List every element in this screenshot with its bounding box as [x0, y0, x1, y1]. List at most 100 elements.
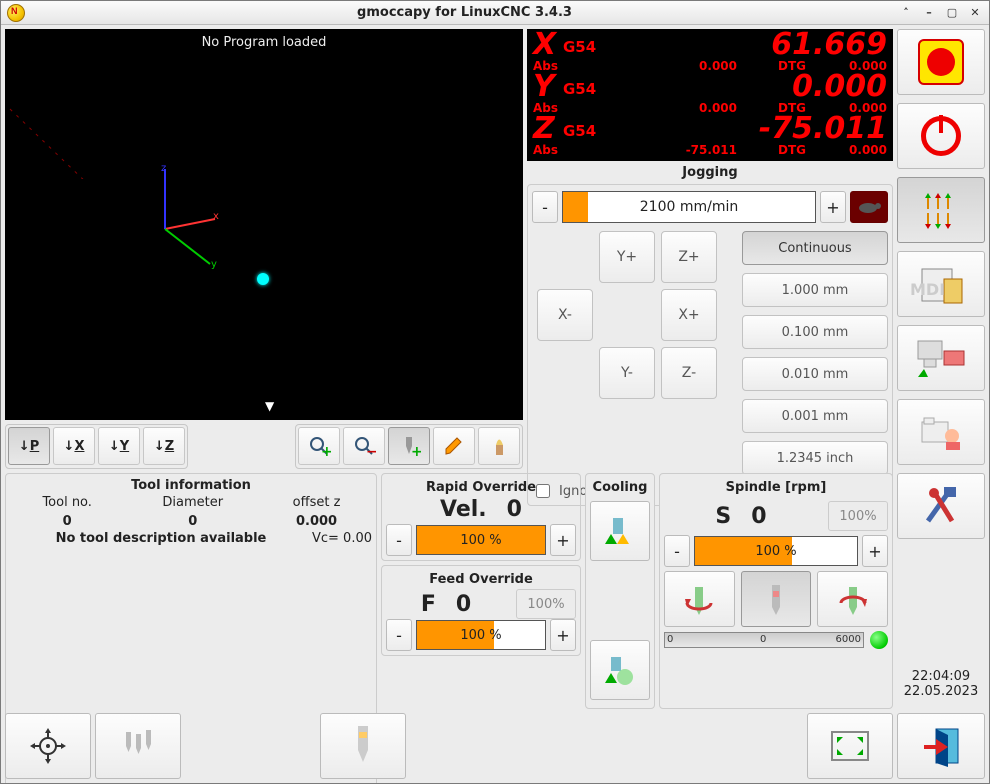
- spindle-scale: 0 0 6000: [664, 632, 864, 648]
- jog-step-inch[interactable]: 1.2345 inch: [742, 441, 888, 475]
- cooling-panel: Cooling: [585, 473, 655, 709]
- jog-speed-plus[interactable]: +: [820, 191, 846, 223]
- rapid-plus[interactable]: +: [550, 524, 576, 556]
- coolant-mist-button[interactable]: [590, 640, 650, 700]
- tool-diameter: 0: [124, 512, 261, 531]
- power-button[interactable]: [897, 103, 985, 169]
- jogging-panel: - 2100 mm/min +: [527, 184, 893, 506]
- jog-speed-value: 2100 mm/min: [563, 199, 815, 215]
- rapid-vel-value: 0: [507, 497, 522, 522]
- mdi-mode-button[interactable]: MDI: [897, 251, 985, 317]
- zoom-in-button[interactable]: +: [298, 427, 340, 465]
- svg-text:y: y: [211, 259, 217, 270]
- svg-text:x: x: [213, 211, 219, 222]
- app-window: gmoccapy for LinuxCNC 3.4.3 ˄ – ▢ ✕ No P…: [0, 0, 990, 784]
- estop-button[interactable]: [897, 29, 985, 95]
- feed-plus[interactable]: +: [550, 619, 576, 651]
- spindle-ccw-button[interactable]: [664, 571, 735, 627]
- view-y-button[interactable]: ↓Y: [98, 427, 140, 465]
- feed-override-bar[interactable]: 100 %: [416, 620, 546, 650]
- feed-minus[interactable]: -: [386, 619, 412, 651]
- tool-number: 0: [10, 512, 124, 531]
- clock-time: 22:04:09: [897, 669, 985, 684]
- jogging-title: Jogging: [527, 165, 893, 180]
- toolpath-preview[interactable]: No Program loaded x z: [5, 29, 523, 420]
- settings-button[interactable]: [897, 473, 985, 539]
- spindle-minus[interactable]: -: [664, 535, 690, 567]
- jog-y-minus[interactable]: Y-: [599, 347, 655, 399]
- dro-z-value: -75.011: [596, 115, 887, 143]
- spindle-cw-button[interactable]: [817, 571, 888, 627]
- jog-x-plus[interactable]: X+: [661, 289, 717, 341]
- spindle-speed: 0: [751, 504, 766, 529]
- tool-cursor: ▼: [265, 399, 274, 413]
- rapid-override-panel: Rapid Override Vel.0 - 100 % +: [381, 473, 581, 561]
- fullscreen-button[interactable]: [807, 713, 893, 779]
- close-button[interactable]: ✕: [967, 5, 983, 21]
- spindle-override-bar[interactable]: 100 %: [694, 536, 858, 566]
- svg-text:+: +: [321, 444, 331, 458]
- zoom-out-button[interactable]: −: [343, 427, 385, 465]
- spindle-display: 100%: [828, 501, 888, 531]
- view-p-button[interactable]: ↓P: [8, 427, 50, 465]
- spindle-plus[interactable]: +: [862, 535, 888, 567]
- maximize-button[interactable]: ▢: [944, 5, 960, 21]
- rapid-minus[interactable]: -: [386, 524, 412, 556]
- spindle-panel: Spindle [rpm] S0 100% - 100 % +: [659, 473, 893, 709]
- tool-table-button[interactable]: [95, 713, 181, 779]
- dro-x-value: 61.669: [596, 31, 887, 59]
- view-toolbar: ↓P ↓X ↓Y ↓Z + − +: [5, 424, 523, 469]
- touchoff-button[interactable]: [5, 713, 91, 779]
- view-z-button[interactable]: ↓Z: [143, 427, 185, 465]
- rapid-override-bar[interactable]: 100 %: [416, 525, 546, 555]
- window-title: gmoccapy for LinuxCNC 3.4.3: [31, 5, 898, 20]
- turtle-mode-button[interactable]: [850, 191, 888, 223]
- window-controls: ˄ – ▢ ✕: [898, 5, 983, 21]
- minimize-button[interactable]: –: [921, 5, 937, 21]
- rollup-button[interactable]: ˄: [898, 5, 914, 21]
- origin-marker: [257, 273, 269, 285]
- edit-button[interactable]: [433, 427, 475, 465]
- tool-vc: Vc= 0.00: [312, 531, 372, 546]
- jog-x-minus[interactable]: X-: [537, 289, 593, 341]
- axis-gizmo: x z y: [125, 159, 245, 283]
- estop-icon: [918, 39, 964, 85]
- jog-step-1mm[interactable]: 1.000 mm: [742, 273, 888, 307]
- dro-y-axis: Y: [533, 73, 561, 101]
- jog-step-continuous[interactable]: Continuous: [742, 231, 888, 265]
- exit-button[interactable]: [897, 713, 985, 779]
- jog-z-plus[interactable]: Z+: [661, 231, 717, 283]
- manual-mode-button[interactable]: [897, 177, 985, 243]
- jog-z-minus[interactable]: Z-: [661, 347, 717, 399]
- feed-display: 100%: [516, 589, 576, 619]
- tool-description: No tool description available: [10, 531, 312, 546]
- spindle-stop-button[interactable]: [741, 571, 812, 627]
- coolant-flood-button[interactable]: [590, 501, 650, 561]
- power-icon: [921, 116, 961, 156]
- dro-panel: XG5461.669 Abs0.000DTG0.000 YG540.000 Ab…: [527, 29, 893, 161]
- view-x-button[interactable]: ↓X: [53, 427, 95, 465]
- clock-date: 22.05.2023: [897, 684, 985, 699]
- jog-speed-bar[interactable]: 2100 mm/min: [562, 191, 816, 223]
- toolchange-button[interactable]: [320, 713, 406, 779]
- svg-text:−: −: [366, 444, 376, 458]
- clear-button[interactable]: [478, 427, 520, 465]
- user-tab-button[interactable]: [897, 399, 985, 465]
- dro-y-value: 0.000: [596, 73, 887, 101]
- jog-y-plus[interactable]: Y+: [599, 231, 655, 283]
- tool-offset-z: 0.000: [261, 512, 372, 531]
- spindle-at-speed-led: [870, 631, 888, 649]
- clock: 22:04:09 22.05.2023: [897, 669, 985, 699]
- show-tool-button[interactable]: +: [388, 427, 430, 465]
- jog-step-0-1mm[interactable]: 0.100 mm: [742, 315, 888, 349]
- titlebar: gmoccapy for LinuxCNC 3.4.3 ˄ – ▢ ✕: [1, 1, 989, 25]
- jog-pad: Y+ Z+ X- X+ Y- Z-: [532, 231, 722, 475]
- jog-speed-minus[interactable]: -: [532, 191, 558, 223]
- svg-text:z: z: [161, 163, 166, 174]
- mode-sidebar: MDI 22:04:09 22.05.2023: [895, 25, 989, 783]
- auto-mode-button[interactable]: [897, 325, 985, 391]
- jog-step-list: Continuous 1.000 mm 0.100 mm 0.010 mm 0.…: [742, 231, 888, 475]
- dro-x-axis: X: [533, 31, 561, 59]
- jog-step-0-01mm[interactable]: 0.010 mm: [742, 357, 888, 391]
- jog-step-0-001mm[interactable]: 0.001 mm: [742, 399, 888, 433]
